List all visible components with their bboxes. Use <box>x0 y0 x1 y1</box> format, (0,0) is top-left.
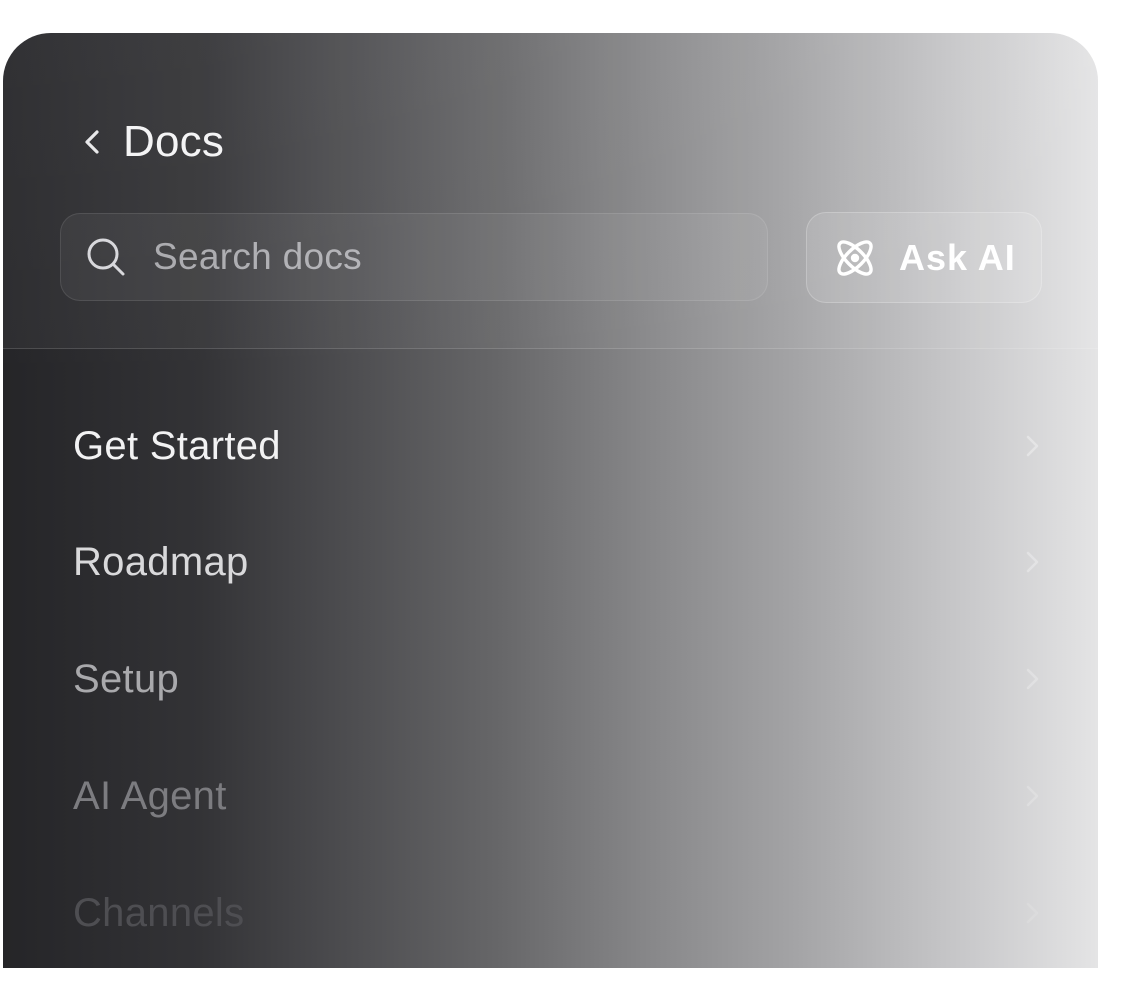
search-icon <box>87 238 125 276</box>
nav-item-setup[interactable]: Setup <box>73 639 1043 719</box>
nav-item-channels[interactable]: Channels <box>73 873 1043 953</box>
nav-item-label: Setup <box>73 656 180 701</box>
docs-panel: Docs Search docs Ask AI Get Started Road… <box>3 33 1098 968</box>
search-input[interactable]: Search docs <box>60 213 768 301</box>
nav-item-label: Channels <box>73 890 245 935</box>
chevron-right-icon <box>1026 551 1039 573</box>
search-placeholder: Search docs <box>153 236 362 277</box>
docs-header: Docs Search docs Ask AI <box>3 33 1098 349</box>
chevron-right-icon <box>1026 902 1039 924</box>
page-title: Docs <box>123 117 225 166</box>
chevron-right-icon <box>1026 785 1039 807</box>
chevron-right-icon <box>1026 435 1039 457</box>
nav-item-ai-agent[interactable]: AI Agent <box>73 756 1043 836</box>
nav-item-get-started[interactable]: Get Started <box>73 406 1043 486</box>
ask-ai-label: Ask AI <box>899 236 1016 278</box>
atom-icon <box>837 239 873 276</box>
nav-item-label: Roadmap <box>73 539 249 584</box>
back-button[interactable]: Docs <box>77 117 224 167</box>
nav-item-label: Get Started <box>73 423 281 468</box>
chevron-left-icon <box>85 130 99 154</box>
ask-ai-button[interactable]: Ask AI <box>806 212 1042 303</box>
chevron-right-icon <box>1026 668 1039 690</box>
nav-item-roadmap[interactable]: Roadmap <box>73 522 1043 602</box>
nav-item-label: AI Agent <box>73 773 227 818</box>
